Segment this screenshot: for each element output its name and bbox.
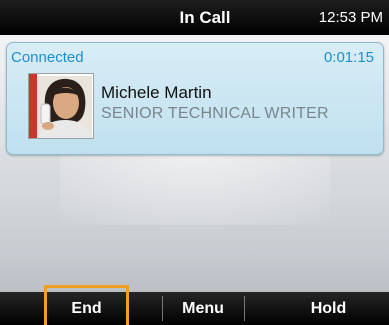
contact-avatar [28,73,94,139]
contact-photo-icon [37,76,92,138]
call-timer: 0:01:15 [323,49,374,66]
contact-job-title: SENIOR TECHNICAL WRITER [101,105,329,122]
line-indicator-stripe [29,74,37,138]
clock: 12:53 PM [318,9,383,26]
status-bar: In Call 12:53 PM [0,0,389,35]
screen-title: In Call [179,8,231,27]
active-call-card[interactable]: Connected 0:01:15 Michele Martin SENIOR … [6,42,384,155]
softkey-divider [244,296,245,321]
hold-softkey[interactable]: Hold [281,292,376,325]
phone-screen: In Call 12:53 PM Connected 0:01:15 Miche… [0,0,389,325]
contact-name: Michele Martin [101,83,212,102]
end-softkey-highlight [44,285,129,325]
call-status: Connected [11,49,84,66]
menu-softkey[interactable]: Menu [162,292,244,325]
